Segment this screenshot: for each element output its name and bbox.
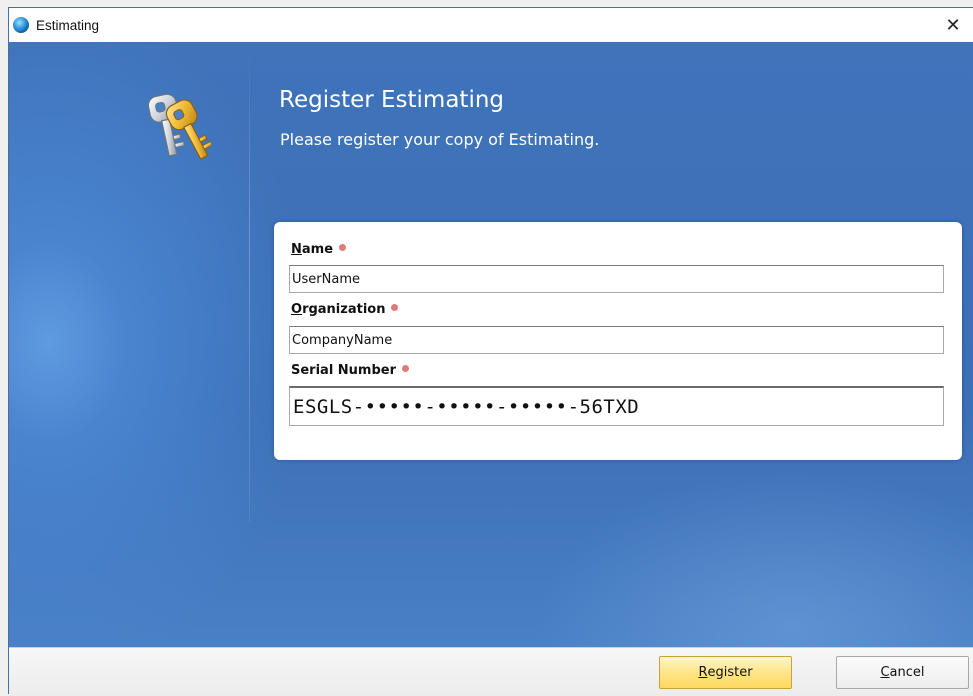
registration-dialog: Estimating ✕ Register Estimating Please … [8, 7, 973, 696]
registration-panel: Register Estimating Please register your… [9, 42, 973, 647]
title-bar[interactable]: Estimating ✕ [9, 8, 973, 42]
register-label: egister [707, 665, 753, 680]
register-access-key: R [698, 665, 708, 680]
name-label-text: ame [301, 242, 334, 257]
name-label: Name [291, 242, 347, 257]
close-button[interactable]: ✕ [933, 8, 973, 42]
cancel-access-key: C [880, 665, 890, 680]
button-bar: Register Cancel [9, 647, 973, 696]
name-label-access-key: N [291, 242, 302, 257]
organization-input[interactable] [289, 326, 944, 354]
cancel-label: ancel [889, 665, 925, 680]
serial-number-label-text: Serial Number [291, 363, 397, 378]
divider [249, 42, 250, 522]
cancel-button[interactable]: Cancel [836, 656, 969, 689]
close-icon: ✕ [945, 14, 961, 36]
serial-number-input[interactable] [289, 386, 944, 426]
keys-icon [147, 93, 211, 160]
page-subtitle: Please register your copy of Estimating. [280, 130, 600, 149]
globe-app-icon [13, 17, 29, 33]
organization-label: Organization [291, 302, 399, 317]
window-title: Estimating [36, 17, 100, 33]
name-input[interactable] [289, 265, 944, 293]
serial-number-label: Serial Number [291, 363, 410, 378]
required-indicator [402, 365, 410, 372]
register-button[interactable]: Register [659, 656, 792, 689]
registration-form: Name Organization Serial Number [274, 222, 962, 460]
organization-label-text: rganization [302, 302, 386, 317]
page-title: Register Estimating [279, 87, 505, 113]
required-indicator [391, 304, 399, 311]
required-indicator [339, 244, 347, 251]
organization-label-access-key: O [291, 302, 303, 317]
